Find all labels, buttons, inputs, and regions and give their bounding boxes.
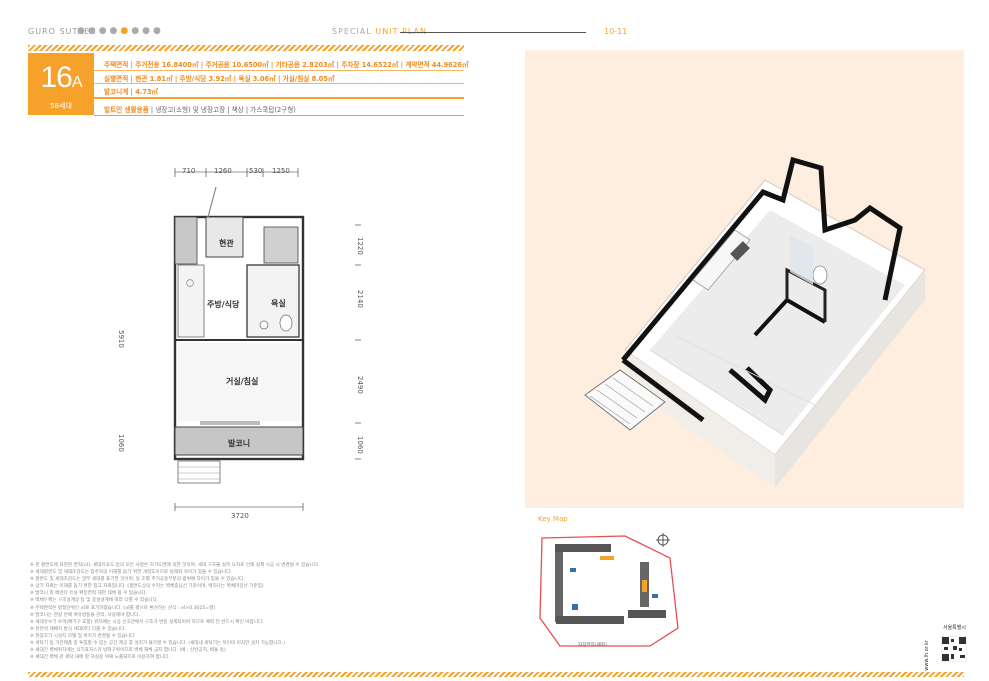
keymap-road-label: 자작연장(예정) xyxy=(578,643,607,648)
spec-balcony-area: 발코니계 | 4.73㎡ xyxy=(104,86,158,96)
spec-housing-area: 주택면적 | 주거전용 16.8400㎡ | 주거공용 10.6500㎡ | 기… xyxy=(104,59,469,69)
note-line: ※ 발코니 외 베란다 유실 확장면적 대한 대체 될 수 있습니다. xyxy=(30,591,148,597)
spec-housing-area-text: 주택면적 | 주거전용 16.8400㎡ | 주거공용 10.6500㎡ | 기… xyxy=(104,61,469,69)
spec-room-area: 실별면적 | 현관 1.81㎡ | 주방/식당 3.92㎡ | 욕실 3.06㎡… xyxy=(104,73,335,83)
note-line: ※ 벽체두께는 구조설계상 등 및 증설설계에 따라 다를 수 있습니다. xyxy=(30,598,159,604)
spec-balcony-area-text: 발코니계 | 4.73㎡ xyxy=(104,88,159,96)
built-in-options-text: 냉장고(소형) 및 냉장고장 | 책상 | 가스쿡탑(2구형) xyxy=(155,106,296,114)
note-line: ※ 세대평면도 및 세대조감도는 입주자의 이해를 돕기 위한 개략도이므로 실… xyxy=(30,570,232,576)
dim-right-4: 1060 xyxy=(356,436,364,454)
note-line: ※ 본 평면도에 표현된 면적(㎡), 세대유효도 등의 모든 사항은 허가도면… xyxy=(30,563,320,568)
dim-left-2: 1060 xyxy=(117,434,125,452)
dim-right-2: 2140 xyxy=(356,290,364,308)
website-url[interactable]: www.lh.or.kr xyxy=(924,640,930,671)
note-line: ※ 천연석 재배치 방식 세대마다 다를 수 있습니다. xyxy=(30,626,126,632)
built-in-options-label: 빌트인 생활용품 xyxy=(104,106,149,114)
unit-type-badge: 16A 58세대 xyxy=(28,53,94,115)
note-line: ※ 상기 자료는 이해를 돕기 위한 참고 자료입니다. (평면도상의 수치는 … xyxy=(30,584,264,590)
disclaimer-notes: ※ 본 평면도에 표현된 면적(㎡), 세대유효도 등의 모든 사항은 허가도면… xyxy=(30,562,500,661)
spec-divider-3 xyxy=(94,97,464,99)
spec-room-area-text: 실별면적 | 현관 1.81㎡ | 주방/식당 3.92㎡ | 욕실 3.06㎡… xyxy=(104,75,335,83)
note-line: ※ 세대유수기 우려(배기구 포함) 위치배는 시공 신호관에서 구조가 변동 … xyxy=(30,619,264,625)
room-label-balcony: 발코니 xyxy=(228,439,251,448)
note-line: ※ 세탁기 등 가전제품 중 투입할 수 있는 공간 제공 후 설치가 불가할 … xyxy=(30,641,286,647)
spec-divider-1 xyxy=(94,70,464,71)
note-line: ※ 세대간 벽체위치에는 식기표지스카 방화구획이므로 벽체 해체 금지 합니다… xyxy=(30,648,226,654)
unit-household-count: 58세대 xyxy=(50,102,72,110)
top-stripe-divider xyxy=(28,45,464,51)
spec-divider-4 xyxy=(94,115,464,116)
isometric-unit-rendering xyxy=(584,156,926,488)
unit-type-code: 16A xyxy=(40,61,82,94)
agency-logo: 서울특별시 xyxy=(942,625,966,631)
dim-left-1: 5910 xyxy=(117,330,125,348)
dim-bottom: 3720 xyxy=(231,512,249,520)
spec-divider-2 xyxy=(94,83,464,84)
note-line: ※ 평면도 및 세대조감도는 일부 세대를 표기한 것이며, 동 호별 주거공용… xyxy=(30,577,245,583)
note-line: ※ 현장조가 시설지 모델 및 위치가 변경될 수 있습니다. xyxy=(30,633,136,639)
room-label-entrance: 현관 xyxy=(219,239,234,248)
floor-plan xyxy=(173,168,361,511)
dim-top-1: 710 xyxy=(182,167,196,175)
page-numbers: 10-11 xyxy=(604,27,628,36)
room-label-living: 거실/침실 xyxy=(226,377,259,386)
note-line: ※ 세대간 벽체 관 세탁 내에 할 차실용 위해 노출되므로 이용하여 합니다… xyxy=(30,655,170,661)
qr-code[interactable] xyxy=(941,636,967,662)
bottom-stripe-divider xyxy=(28,672,964,677)
key-map xyxy=(539,533,679,647)
room-label-bath: 욕실 xyxy=(271,299,286,308)
built-in-options: 빌트인 생활용품 | 냉장고(소형) 및 냉장고장 | 책상 | 가스쿡탑(2구… xyxy=(104,106,296,114)
dim-right-1: 1220 xyxy=(356,237,364,255)
keymap-title: Key Map xyxy=(538,515,568,523)
page-indicator-dots: ●●●●●●●● xyxy=(77,26,164,36)
header-rule xyxy=(400,32,586,33)
room-label-kitchen: 주방/식당 xyxy=(207,300,240,309)
dim-top-2: 1260 xyxy=(214,167,232,175)
dim-top-3: 530 xyxy=(249,167,263,175)
dim-top-4: 1250 xyxy=(272,167,290,175)
note-line: ※ 발코니는 관람 안에 여유방동을 관리, 사용해야 합니다. xyxy=(30,612,140,618)
note-line: ※ 주택면적은 법정단위인 ㎡로 표기하였습니다. (㎡를 평으로 환산하는 산… xyxy=(30,605,216,611)
dim-right-3: 2490 xyxy=(356,376,364,394)
